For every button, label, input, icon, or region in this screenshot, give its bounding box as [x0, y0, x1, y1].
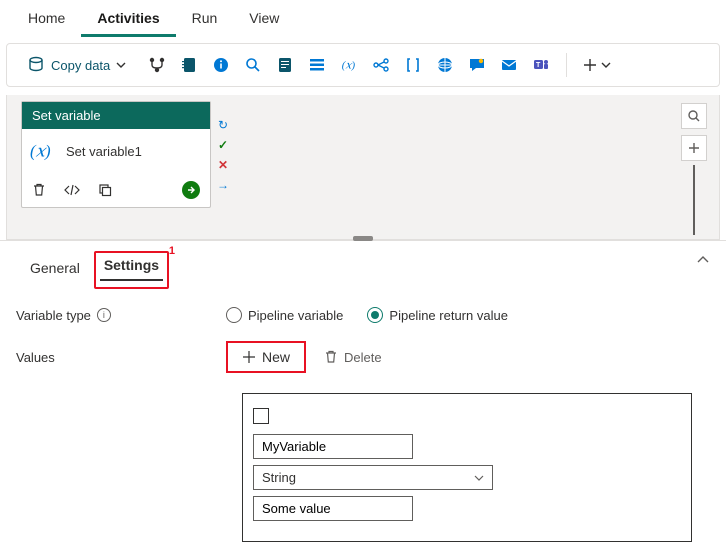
code-icon[interactable]: [64, 183, 80, 197]
plus-icon: [242, 350, 256, 364]
radio-pipeline-return-value[interactable]: Pipeline return value: [367, 307, 508, 323]
copy-data-button[interactable]: Copy data: [19, 52, 134, 78]
panel-tab-settings[interactable]: Settings: [100, 253, 163, 281]
retry-handle-icon[interactable]: ↻: [215, 117, 231, 133]
canvas-search-button[interactable]: [681, 103, 707, 129]
success-handle-icon[interactable]: ✓: [215, 137, 231, 153]
variable-value-input[interactable]: [253, 496, 413, 521]
toolbar-divider: [566, 53, 567, 77]
tab-run[interactable]: Run: [176, 6, 234, 37]
activity-type-label: Set variable: [22, 102, 210, 129]
chat-icon[interactable]: [468, 56, 486, 74]
list-icon[interactable]: [308, 56, 326, 74]
script-icon[interactable]: [276, 56, 294, 74]
new-button-label: New: [262, 349, 290, 365]
radio-pipeline-variable[interactable]: Pipeline variable: [226, 307, 343, 323]
notebook-icon[interactable]: [180, 56, 198, 74]
canvas-add-button[interactable]: [681, 135, 707, 161]
activity-name-label: Set variable1: [66, 144, 142, 159]
svg-text:(𝑥): (𝑥): [30, 142, 51, 161]
highlight-marker-1: Settings 1: [94, 251, 169, 289]
teams-icon[interactable]: T: [532, 56, 550, 74]
skip-handle-icon[interactable]: →: [215, 177, 231, 193]
new-value-button[interactable]: New: [226, 341, 306, 373]
values-editor: String: [242, 393, 692, 542]
copy-icon[interactable]: [98, 183, 112, 197]
variable-type-value: String: [262, 470, 296, 485]
variable-type-select[interactable]: String: [253, 465, 493, 490]
database-icon: [27, 56, 45, 74]
delete-button-label: Delete: [344, 350, 382, 365]
dataflow-icon[interactable]: [372, 56, 390, 74]
web-icon[interactable]: [436, 56, 454, 74]
mail-icon[interactable]: [500, 56, 518, 74]
radio-label: Pipeline return value: [389, 308, 508, 323]
activity-card[interactable]: Set variable (𝑥) Set variable1: [21, 101, 211, 208]
svg-text:(𝑥): (𝑥): [342, 60, 356, 72]
run-arrow-icon[interactable]: [182, 181, 200, 199]
radio-label: Pipeline variable: [248, 308, 343, 323]
radio-icon: [367, 307, 383, 323]
row-checkbox[interactable]: [253, 408, 269, 424]
annotation-1: 1: [169, 245, 175, 257]
variable-icon: (𝑥): [30, 139, 58, 163]
failure-handle-icon[interactable]: ✕: [215, 157, 231, 173]
chevron-down-icon: [116, 60, 126, 70]
svg-text:T: T: [536, 62, 541, 69]
panel-tab-general[interactable]: General: [16, 256, 94, 284]
canvas-slider-line: [693, 165, 695, 235]
activity-status-handles: ↻ ✓ ✕ →: [215, 117, 231, 193]
variable-name-input[interactable]: [253, 434, 413, 459]
add-activity-button[interactable]: [583, 58, 611, 72]
delete-value-button[interactable]: Delete: [324, 350, 382, 365]
info-icon[interactable]: i: [97, 308, 111, 322]
plus-icon: [583, 58, 597, 72]
chevron-down-icon: [601, 60, 611, 70]
chevron-down-icon: [474, 473, 484, 483]
tab-activities[interactable]: Activities: [81, 6, 175, 37]
collapse-panel-button[interactable]: [696, 253, 710, 267]
pipeline-canvas[interactable]: Set variable (𝑥) Set variable1 ↻ ✓ ✕ →: [6, 95, 720, 240]
delete-icon[interactable]: [32, 183, 46, 197]
variable-type-label: Variable type: [16, 308, 91, 323]
search-icon[interactable]: [244, 56, 262, 74]
tab-view[interactable]: View: [233, 6, 295, 37]
branch-icon[interactable]: [148, 56, 166, 74]
activities-toolbar: Copy data (𝑥) T: [6, 43, 720, 87]
values-label: Values: [16, 350, 55, 365]
trash-icon: [324, 350, 338, 364]
radio-icon: [226, 307, 242, 323]
tab-home[interactable]: Home: [12, 6, 81, 37]
variable-icon[interactable]: (𝑥): [340, 56, 358, 74]
info-icon[interactable]: [212, 56, 230, 74]
copy-data-label: Copy data: [51, 58, 110, 73]
bracket-icon[interactable]: [404, 56, 422, 74]
